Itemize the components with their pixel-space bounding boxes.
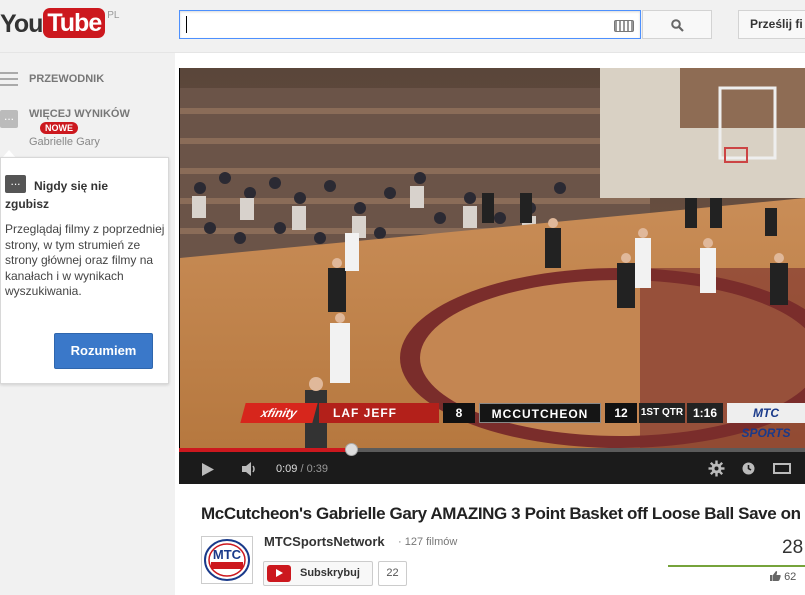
got-it-button[interactable]: Rozumiem xyxy=(54,333,153,369)
channel-avatar[interactable]: MTC xyxy=(201,536,253,584)
watch-later-clock-icon[interactable] xyxy=(742,462,755,475)
scoreboard-away-team: MCCUTCHEON xyxy=(479,403,601,423)
video-player[interactable]: xfinity LAF JEFF 8 MCCUTCHEON 12 1ST QTR… xyxy=(179,68,805,484)
youtube-logo[interactable]: You Tube PL xyxy=(0,8,119,40)
upload-button[interactable]: Prześlij fi xyxy=(738,10,805,39)
time-display: 0:09 / 0:39 xyxy=(276,463,328,475)
subscriber-count: 22 xyxy=(378,561,407,586)
logo-region-code: PL xyxy=(107,10,120,21)
guide-tip-popup: ... Nigdy się nie zgubisz Przeglądaj fil… xyxy=(0,157,169,384)
more-results-label[interactable]: WIĘCEJ WYNIKÓW xyxy=(29,108,130,120)
channel-name-link[interactable]: MTCSportsNetwork xyxy=(264,534,385,549)
channel-video-count: · 127 filmów xyxy=(398,536,458,548)
youtube-play-icon xyxy=(267,565,291,582)
scoreboard-away-score: 12 xyxy=(605,403,637,423)
scoreboard-clock: 1:16 xyxy=(687,403,723,423)
channel-logo-text: MTC xyxy=(213,547,242,562)
scoreboard-sponsor: xfinity xyxy=(240,403,318,423)
video-title: McCutcheon's Gabrielle Gary AMAZING 3 Po… xyxy=(201,504,801,523)
scoreboard-network: MTC SPORTS xyxy=(727,403,805,440)
logo-tube-text: Tube xyxy=(43,8,106,38)
view-count: 28 xyxy=(782,537,804,558)
search-button[interactable] xyxy=(642,10,712,39)
settings-gear-icon[interactable] xyxy=(708,460,725,477)
scoreboard-home-score: 8 xyxy=(443,403,475,423)
like-button[interactable]: 62 xyxy=(770,571,796,583)
scoreboard-home-team: LAF JEFF xyxy=(319,403,439,423)
search-icon xyxy=(671,19,684,32)
player-controls: 0:09 / 0:39 xyxy=(179,443,805,484)
progress-played xyxy=(179,448,352,452)
time-separator: / xyxy=(297,463,307,475)
subscribe-button[interactable]: Subskrybuj xyxy=(263,561,373,586)
scoreboard-period: 1ST QTR xyxy=(639,403,685,423)
masthead: You Tube PL Prześlij fi xyxy=(0,0,805,53)
keyboard-icon[interactable] xyxy=(614,20,634,32)
current-time: 0:09 xyxy=(276,463,298,475)
play-icon[interactable] xyxy=(201,462,215,477)
thumbs-up-icon xyxy=(770,571,781,581)
search-input[interactable] xyxy=(179,10,641,39)
subscribe-label: Subskrybuj xyxy=(300,567,360,579)
basketball-game-frame xyxy=(180,68,805,448)
text-caret xyxy=(186,16,187,33)
duration: 0:39 xyxy=(306,463,329,475)
popup-title: Nigdy się nie zgubisz xyxy=(5,179,109,211)
mtc-sports-logo: MTC xyxy=(204,539,250,581)
volume-icon[interactable] xyxy=(241,462,259,476)
like-count: 62 xyxy=(784,571,797,583)
like-ratio-bar xyxy=(668,565,805,567)
progress-handle[interactable] xyxy=(345,443,359,456)
guide-menu-icon[interactable] xyxy=(0,72,18,88)
new-badge: NOWE xyxy=(40,122,78,134)
guide-label[interactable]: PRZEWODNIK xyxy=(29,73,104,85)
progress-bar[interactable] xyxy=(179,443,805,456)
theater-mode-icon[interactable] xyxy=(773,463,791,474)
popup-description: Przeglądaj filmy z poprzedniej strony, w… xyxy=(5,222,165,298)
more-results-query[interactable]: Gabrielle Gary xyxy=(29,136,100,148)
more-results-icon[interactable]: ... xyxy=(0,110,18,128)
video-frame[interactable]: xfinity LAF JEFF 8 MCCUTCHEON 12 1ST QTR… xyxy=(180,68,805,448)
scoreboard: xfinity LAF JEFF 8 MCCUTCHEON 12 1ST QTR… xyxy=(240,403,805,440)
logo-you-text: You xyxy=(0,10,43,38)
